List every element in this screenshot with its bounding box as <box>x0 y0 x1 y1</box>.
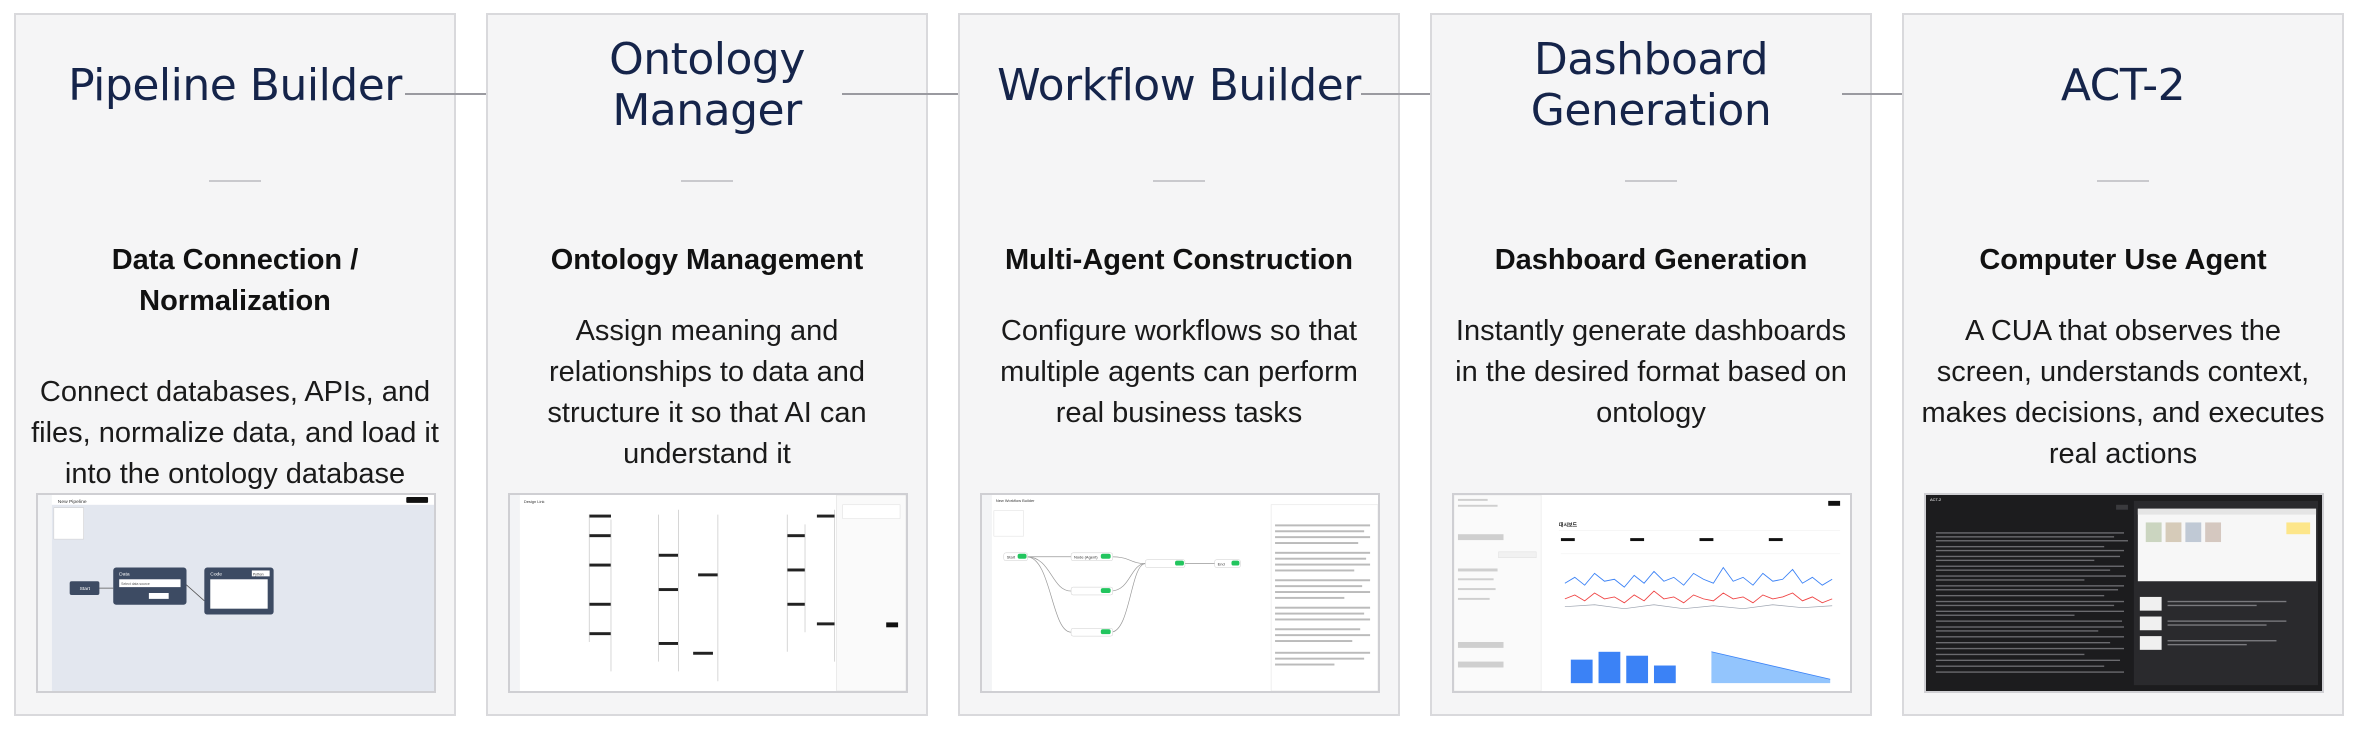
stage-description: Configure workflows so that multiple age… <box>1000 315 1358 429</box>
stage-heading: Multi-Agent Construction <box>1005 244 1353 276</box>
divider <box>1625 180 1677 182</box>
stage-title: Pipeline Builder <box>68 59 402 111</box>
preview-node-data: Data <box>119 571 130 577</box>
preview-node-agent: Node (Agent) <box>1074 555 1098 560</box>
stage-panel-ontology-manager: Ontology Manager Ontology Management Ass… <box>486 13 928 716</box>
stage-panel-act-2: ACT-2 Computer Use Agent A CUA that obse… <box>1902 13 2344 716</box>
act-2-screenshot: ACT-2 <box>1924 493 2324 693</box>
preview-title: Design Link <box>524 499 545 504</box>
preview-data-field: Select data source <box>121 582 150 586</box>
preview-node-start: Start <box>80 586 91 592</box>
stage-heading: Computer Use Agent <box>1979 244 2267 276</box>
stage-heading: Data Connection / Normalization <box>111 244 359 317</box>
preview-node-start: Start <box>1007 555 1016 560</box>
dashboard-generation-screenshot: 대시보드 <box>1452 493 1852 693</box>
divider <box>209 180 261 182</box>
preview-title: New Pipeline <box>58 499 87 505</box>
stage-panel-dashboard-generation: Dashboard Generation Dashboard Generatio… <box>1430 13 1872 716</box>
stage-description: Assign meaning and relationships to data… <box>547 315 867 470</box>
preview-code-lang: Python <box>253 572 264 576</box>
stage-description: Instantly generate dashboards in the des… <box>1455 315 1847 429</box>
divider <box>681 180 733 182</box>
ontology-manager-screenshot: Design Link <box>508 493 908 693</box>
divider <box>2097 180 2149 182</box>
workflow-builder-screenshot: New Workflow Builder Start Node (Agent) <box>980 493 1380 693</box>
stage-panel-pipeline-builder: Pipeline Builder Data Connection / Norma… <box>14 13 456 716</box>
pipeline-builder-screenshot: New Pipeline Start Data Select data sour… <box>36 493 436 693</box>
divider <box>1153 180 1205 182</box>
preview-node-end: End <box>1218 562 1225 567</box>
stage-description: A CUA that observes the screen, understa… <box>1921 315 2325 470</box>
stage-heading: Ontology Management <box>550 244 864 276</box>
stage-panel-workflow-builder: Workflow Builder Multi-Agent Constructio… <box>958 13 1400 716</box>
stage-title: ACT-2 <box>2060 59 2186 111</box>
preview-title: New Workflow Builder <box>996 498 1035 503</box>
preview-title: ACT-2 <box>1930 497 1941 502</box>
stage-title: Workflow Builder <box>997 59 1361 111</box>
stage-title: Dashboard Generation <box>1530 34 1772 136</box>
preview-node-code: Code <box>210 571 222 577</box>
stage-heading: Dashboard Generation <box>1494 244 1808 276</box>
preview-title: 대시보드 <box>1559 521 1578 528</box>
stage-title: Ontology Manager <box>609 34 805 136</box>
stage-description: Connect databases, APIs, and files, norm… <box>31 376 439 490</box>
